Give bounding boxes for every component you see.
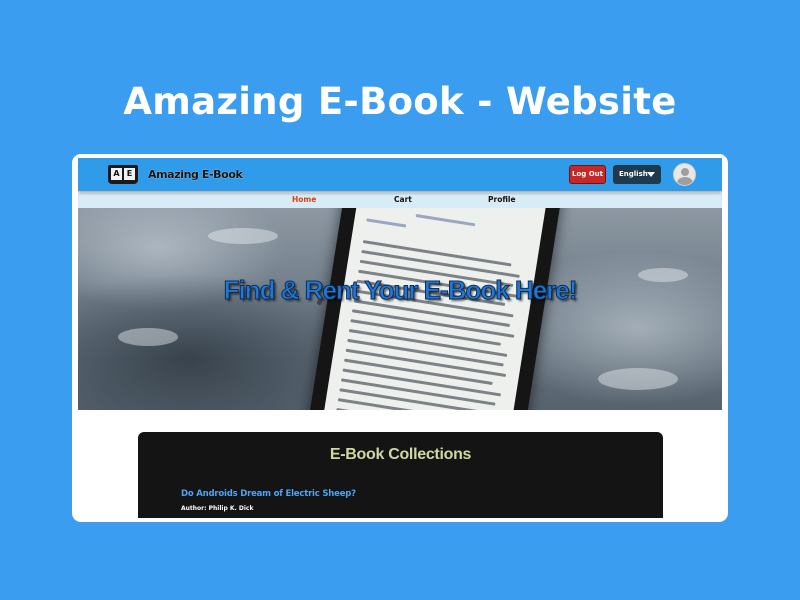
showcase-title: Amazing E-Book - Website — [123, 80, 677, 123]
logo-letter-e: E — [124, 168, 135, 180]
language-select[interactable]: English — [613, 165, 661, 184]
open-book-icon[interactable]: A E — [108, 165, 138, 184]
site-logo-text[interactable]: Amazing E-Book — [148, 168, 243, 181]
text-line — [415, 213, 476, 227]
hero-texture — [598, 368, 678, 390]
caret-down-icon — [647, 172, 655, 177]
book-title-link[interactable]: Do Androids Dream of Electric Sheep? — [181, 489, 356, 499]
nav-home[interactable]: Home — [292, 195, 316, 204]
text-line — [366, 218, 407, 228]
logo-letter-a: A — [111, 168, 122, 180]
website-preview-frame: A E Amazing E-Book Log Out English Home … — [72, 154, 728, 522]
logout-button[interactable]: Log Out — [569, 165, 606, 184]
nav-cart[interactable]: Cart — [394, 195, 412, 204]
hero-texture — [118, 328, 178, 346]
book-author: Author: Philip K. Dick — [181, 505, 254, 512]
nav-profile[interactable]: Profile — [488, 195, 516, 204]
main-nav: Home Cart Profile — [78, 193, 722, 208]
collections-title: E-Book Collections — [329, 446, 472, 463]
ebook-collections-panel: E-Book Collections Do Androids Dream of … — [138, 432, 663, 518]
site-header: A E Amazing E-Book Log Out English — [78, 158, 722, 191]
website: A E Amazing E-Book Log Out English Home … — [78, 158, 722, 518]
avatar-head — [681, 168, 689, 176]
tablet-image — [303, 208, 564, 410]
user-avatar-icon[interactable] — [673, 163, 696, 186]
hero-title: Find & Rent Your E-Book Here! — [223, 275, 578, 306]
avatar-body — [677, 177, 693, 185]
hero-banner: Find & Rent Your E-Book Here! — [78, 208, 722, 410]
tablet-screen — [319, 208, 548, 410]
language-label: English — [619, 170, 648, 178]
hero-texture — [208, 228, 278, 244]
